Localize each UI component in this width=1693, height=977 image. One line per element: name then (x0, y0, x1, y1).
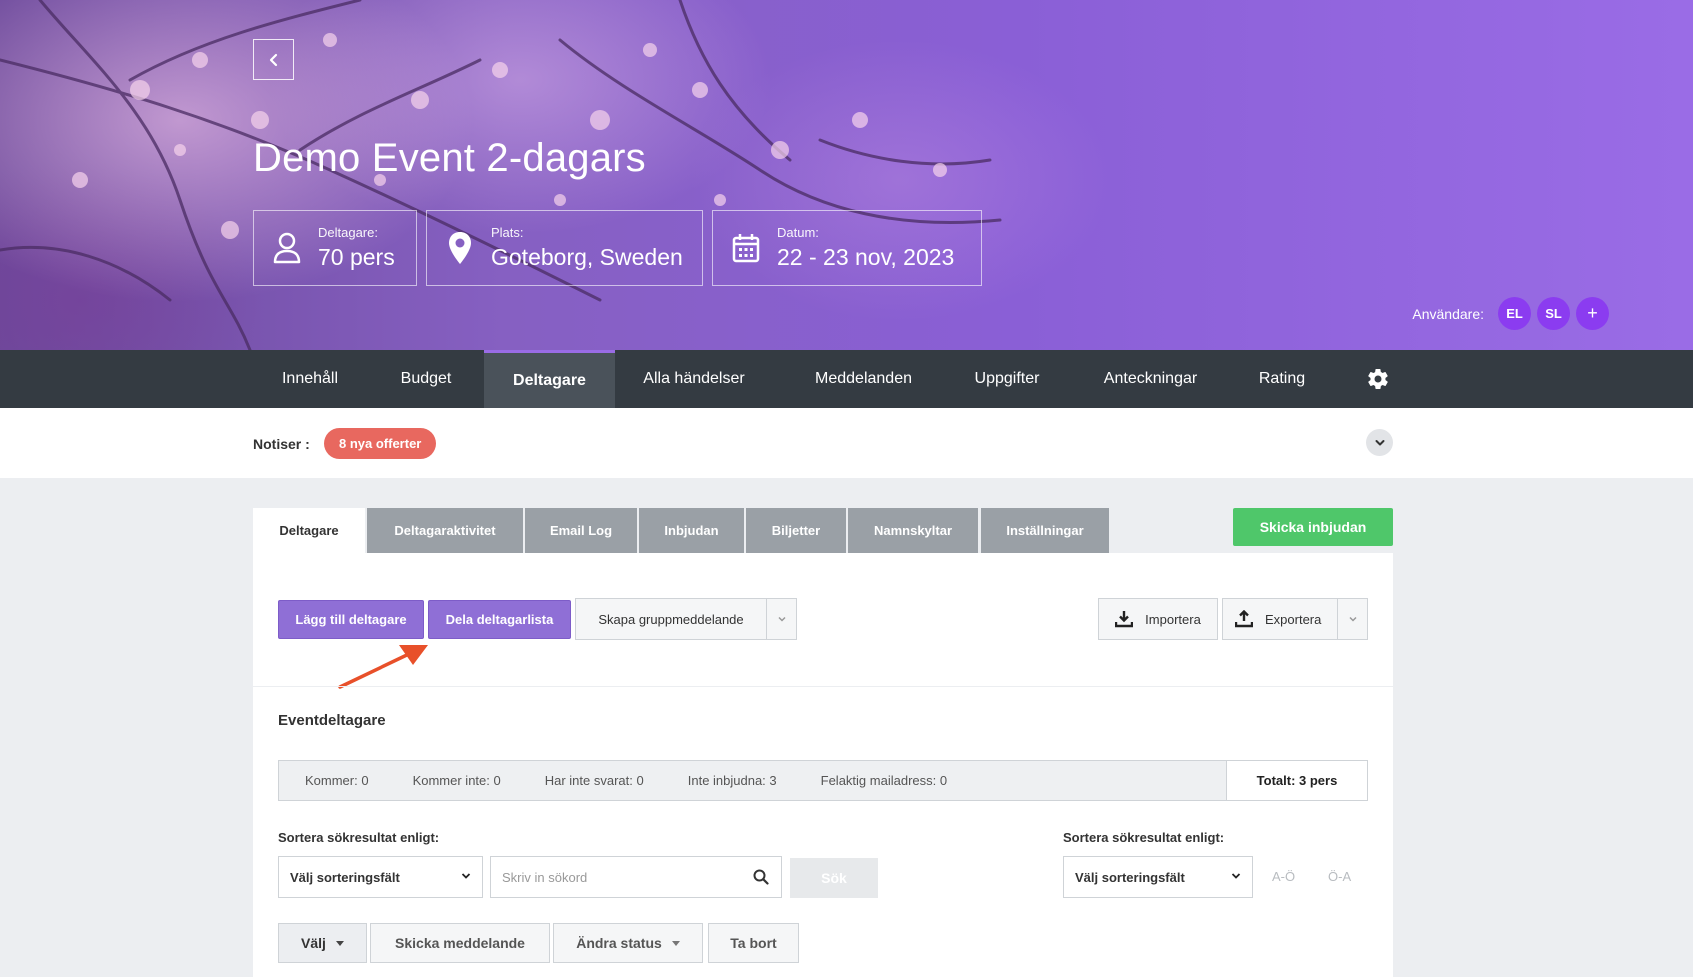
section-title: Eventdeltagare (278, 712, 386, 729)
notifications-label: Notiser : (253, 436, 310, 452)
choose-dropdown[interactable]: Välj (278, 923, 367, 963)
send-invite-button[interactable]: Skicka inbjudan (1233, 508, 1393, 546)
share-list-button[interactable]: Dela deltagarlista (428, 600, 571, 639)
chevron-down-icon (1231, 873, 1241, 879)
add-user-button[interactable]: + (1576, 297, 1609, 330)
group-message-label: Skapa gruppmeddelande (598, 611, 744, 627)
chevron-left-icon (269, 53, 277, 66)
collapse-button[interactable] (1366, 429, 1393, 456)
date-info: Datum: 22 - 23 nov, 2023 (712, 210, 982, 286)
location-value: Goteborg, Sweden (491, 244, 683, 270)
location-label: Plats: (491, 225, 524, 240)
participants-value: 70 pers (318, 244, 395, 270)
export-label: Exportera (1265, 611, 1322, 627)
calendar-icon (731, 231, 761, 265)
export-dropdown[interactable] (1337, 599, 1367, 639)
import-button[interactable]: Importera (1098, 598, 1218, 640)
nav-item-uppgifter[interactable]: Uppgifter (948, 350, 1066, 408)
map-pin-icon (445, 231, 475, 265)
participants-info: Deltagare: 70 pers (253, 210, 417, 286)
stat-total[interactable]: Totalt: 3 pers (1226, 761, 1367, 800)
event-title: Demo Event 2-dagars (253, 136, 646, 180)
nav-item-budget[interactable]: Budget (367, 350, 485, 408)
stat-not-invited[interactable]: Inte inbjudna: 3 (688, 773, 777, 788)
export-button[interactable]: Exportera (1222, 598, 1368, 640)
offers-badge[interactable]: 8 nya offerter (324, 428, 437, 459)
back-button[interactable] (253, 39, 294, 80)
event-hero: Demo Event 2-dagars Deltagare: 70 pers P… (0, 0, 1693, 350)
nav-item-rating[interactable]: Rating (1237, 350, 1327, 408)
import-label: Importera (1145, 611, 1201, 627)
chevron-down-icon (1375, 439, 1384, 445)
stat-not-answered[interactable]: Har inte svarat: 0 (545, 773, 644, 788)
sort-select-right[interactable]: Välj sorteringsfält (1063, 856, 1253, 898)
nav-item-innehall[interactable]: Innehåll (253, 350, 367, 408)
chevron-down-icon (1348, 616, 1357, 622)
date-label: Datum: (777, 225, 819, 240)
delete-button[interactable]: Ta bort (708, 923, 799, 963)
sort-za-button[interactable]: Ö-A (1328, 869, 1351, 884)
nav-item-alla-handelser[interactable]: Alla händelser (615, 350, 773, 408)
tab-biljetter[interactable]: Biljetter (746, 508, 846, 553)
stat-coming[interactable]: Kommer: 0 (305, 773, 369, 788)
tab-deltagare[interactable]: Deltagare (253, 508, 365, 553)
person-icon (272, 231, 302, 265)
notifications-bar: Notiser : 8 nya offerter (0, 408, 1693, 478)
sort-label-left: Sortera sökresultat enligt: (278, 830, 440, 845)
download-icon (1115, 611, 1134, 628)
stat-wrong-email[interactable]: Felaktig mailadress: 0 (821, 773, 947, 788)
main-nav: Innehåll Budget Deltagare Alla händelser… (0, 350, 1693, 408)
nav-item-anteckningar[interactable]: Anteckningar (1082, 350, 1219, 408)
participants-label: Deltagare: (318, 225, 378, 240)
gear-icon (1368, 369, 1388, 390)
tab-email-log[interactable]: Email Log (525, 508, 637, 553)
stat-not-coming[interactable]: Kommer inte: 0 (413, 773, 501, 788)
change-status-dropdown[interactable]: Ändra status (553, 923, 703, 963)
avatar[interactable]: EL (1498, 297, 1531, 330)
tab-deltagaraktivitet[interactable]: Deltagaraktivitet (367, 508, 523, 553)
sort-az-button[interactable]: A-Ö (1272, 869, 1295, 884)
users-label: Användare: (1412, 305, 1484, 322)
stats-bar: Kommer: 0 Kommer inte: 0 Har inte svarat… (278, 760, 1368, 801)
participants-panel: Lägg till deltagare Dela deltagarlista S… (253, 553, 1393, 977)
divider (253, 686, 1393, 687)
group-message-dropdown[interactable] (766, 599, 796, 639)
sort-select-left[interactable]: Välj sorteringsfält (278, 856, 483, 898)
date-value: 22 - 23 nov, 2023 (777, 244, 955, 270)
users-row: Användare: EL SL + (1412, 297, 1609, 330)
settings-button[interactable] (1358, 350, 1398, 408)
choose-label: Välj (301, 935, 326, 951)
search-placeholder: Skriv in sökord (502, 869, 588, 885)
tab-installningar[interactable]: Inställningar (981, 508, 1109, 553)
caret-down-icon (335, 940, 344, 946)
group-message-button[interactable]: Skapa gruppmeddelande (575, 598, 797, 640)
location-info: Plats: Goteborg, Sweden (426, 210, 703, 286)
chevron-down-icon (777, 616, 786, 622)
change-status-label: Ändra status (576, 935, 662, 951)
avatar[interactable]: SL (1537, 297, 1570, 330)
upload-icon (1235, 610, 1253, 628)
nav-item-deltagare[interactable]: Deltagare (484, 350, 615, 408)
search-icon (753, 869, 769, 885)
tab-namnskyltar[interactable]: Namnskyltar (848, 508, 978, 553)
search-input[interactable]: Skriv in sökord (490, 856, 782, 898)
caret-down-icon (671, 940, 680, 946)
send-message-button[interactable]: Skicka meddelande (370, 923, 550, 963)
sort-select-right-value: Välj sorteringsfält (1075, 869, 1185, 885)
sort-label-right: Sortera sökresultat enligt: (1063, 830, 1225, 845)
search-button[interactable]: Sök (790, 858, 878, 898)
tab-inbjudan[interactable]: Inbjudan (639, 508, 744, 553)
annotation-arrow-icon (338, 645, 428, 689)
nav-item-meddelanden[interactable]: Meddelanden (779, 350, 948, 408)
sort-select-left-value: Välj sorteringsfält (290, 869, 400, 885)
chevron-down-icon (461, 873, 471, 879)
